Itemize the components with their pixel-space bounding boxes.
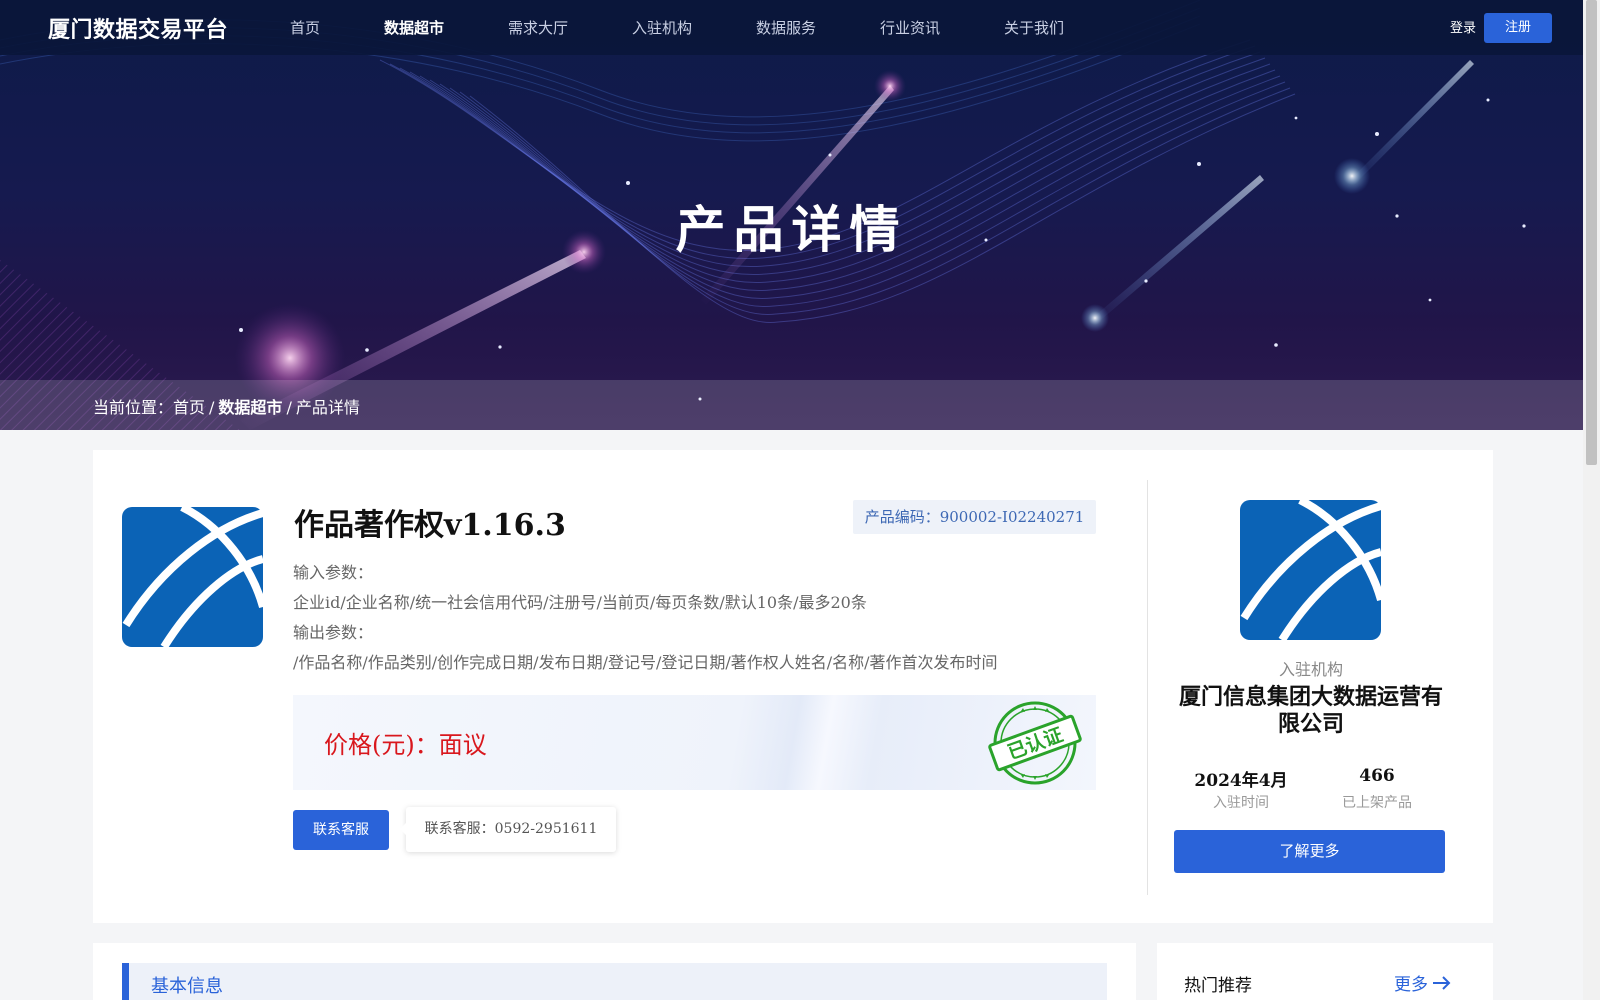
org-label: 入驻机构 — [1278, 660, 1343, 679]
certified-stamp-icon: 已认证 — [988, 701, 1082, 785]
top-navbar: 厦门数据交易平台 首页 数据超市 需求大厅 入驻机构 数据服务 行业资讯 关于我… — [0, 0, 1583, 55]
nav-home[interactable]: 首页 — [290, 17, 320, 38]
product-detail-card: 作品著作权v1.16.3 产品编码：900002-I02240271 输入参数：… — [93, 450, 1493, 923]
price-label: 价格(元)： — [324, 731, 439, 759]
product-code-label: 产品编码： — [864, 508, 940, 526]
product-count-label: 已上架产品 — [1342, 795, 1412, 811]
breadcrumb-market[interactable]: 数据超市 — [218, 398, 282, 417]
contact-phone-popup: 联系客服：0592-2951611 — [400, 807, 616, 852]
product-code: 产品编码：900002-I02240271 — [853, 500, 1096, 534]
hot-more-label: 更多 — [1394, 975, 1428, 995]
product-logo-icon — [122, 503, 267, 650]
price: 价格(元)：面议 — [324, 725, 487, 760]
arrow-right-icon — [1432, 975, 1452, 996]
product-title: 作品著作权v1.16.3 — [294, 508, 566, 543]
join-date-label: 入驻时间 — [1213, 795, 1269, 811]
contact-phone-number: 0592-2951611 — [494, 821, 598, 837]
hot-more-link[interactable]: 更多 — [1394, 970, 1452, 996]
breadcrumb: 当前位置：首页 / 数据超市 / 产品详情 — [93, 394, 360, 418]
nav-data-market[interactable]: 数据超市 — [384, 17, 444, 38]
nav-data-services[interactable]: 数据服务 — [756, 17, 816, 38]
basic-info-card: 基本信息 — [93, 943, 1136, 1000]
hero-banner: 产品详情 当前位置：首页 / 数据超市 / 产品详情 — [0, 0, 1583, 430]
page-title: 产品详情 — [675, 200, 908, 259]
contact-popup-label: 联系客服： — [424, 821, 495, 837]
nav-institutions[interactable]: 入驻机构 — [632, 17, 692, 38]
output-params-label: 输出参数： — [293, 623, 374, 642]
input-params-value: 企业id/企业名称/统一社会信用代码/注册号/当前页/每页条数/默认10条/最多… — [293, 593, 867, 612]
nav-demand-hall[interactable]: 需求大厅 — [508, 17, 568, 38]
nav-about-us[interactable]: 关于我们 — [1004, 17, 1064, 38]
breadcrumb-separator: / — [286, 398, 292, 417]
basic-info-header: 基本信息 — [122, 963, 1107, 1000]
site-logo[interactable]: 厦门数据交易平台 — [48, 12, 228, 44]
breadcrumb-prefix: 当前位置： — [93, 398, 174, 417]
contact-service-button[interactable]: 联系客服 — [293, 810, 389, 850]
page-scrollbar-thumb[interactable] — [1586, 0, 1597, 465]
input-params-label: 输入参数： — [293, 563, 374, 582]
org-logo-icon — [1240, 496, 1385, 643]
basic-info-title: 基本信息 — [151, 976, 223, 997]
breadcrumb-bar: 当前位置：首页 / 数据超市 / 产品详情 — [0, 380, 1583, 430]
hot-recommend-card: 热门推荐 更多 — [1157, 943, 1493, 1000]
product-code-value: 900002-I02240271 — [939, 508, 1085, 526]
vertical-divider — [1147, 480, 1148, 895]
price-box: 价格(元)：面议 已认证 — [293, 695, 1096, 790]
login-link[interactable]: 登录 — [1450, 17, 1476, 36]
breadcrumb-separator: / — [209, 398, 215, 417]
nav-industry-news[interactable]: 行业资讯 — [880, 17, 940, 38]
output-params-value: /作品名称/作品类别/创作完成日期/发布日期/登记号/登记日期/著作权人姓名/名… — [293, 653, 998, 672]
org-name[interactable]: 厦门信息集团大数据运营有限公司 — [1177, 684, 1445, 738]
join-date: 2024年4月 — [1194, 771, 1288, 791]
price-value: 面议 — [438, 731, 487, 759]
product-count: 466 — [1359, 766, 1395, 786]
breadcrumb-home[interactable]: 首页 — [173, 398, 205, 417]
hot-recommend-title: 热门推荐 — [1184, 976, 1252, 996]
breadcrumb-current: 产品详情 — [295, 398, 360, 417]
register-button[interactable]: 注册 — [1484, 13, 1552, 43]
learn-more-button[interactable]: 了解更多 — [1174, 830, 1445, 873]
